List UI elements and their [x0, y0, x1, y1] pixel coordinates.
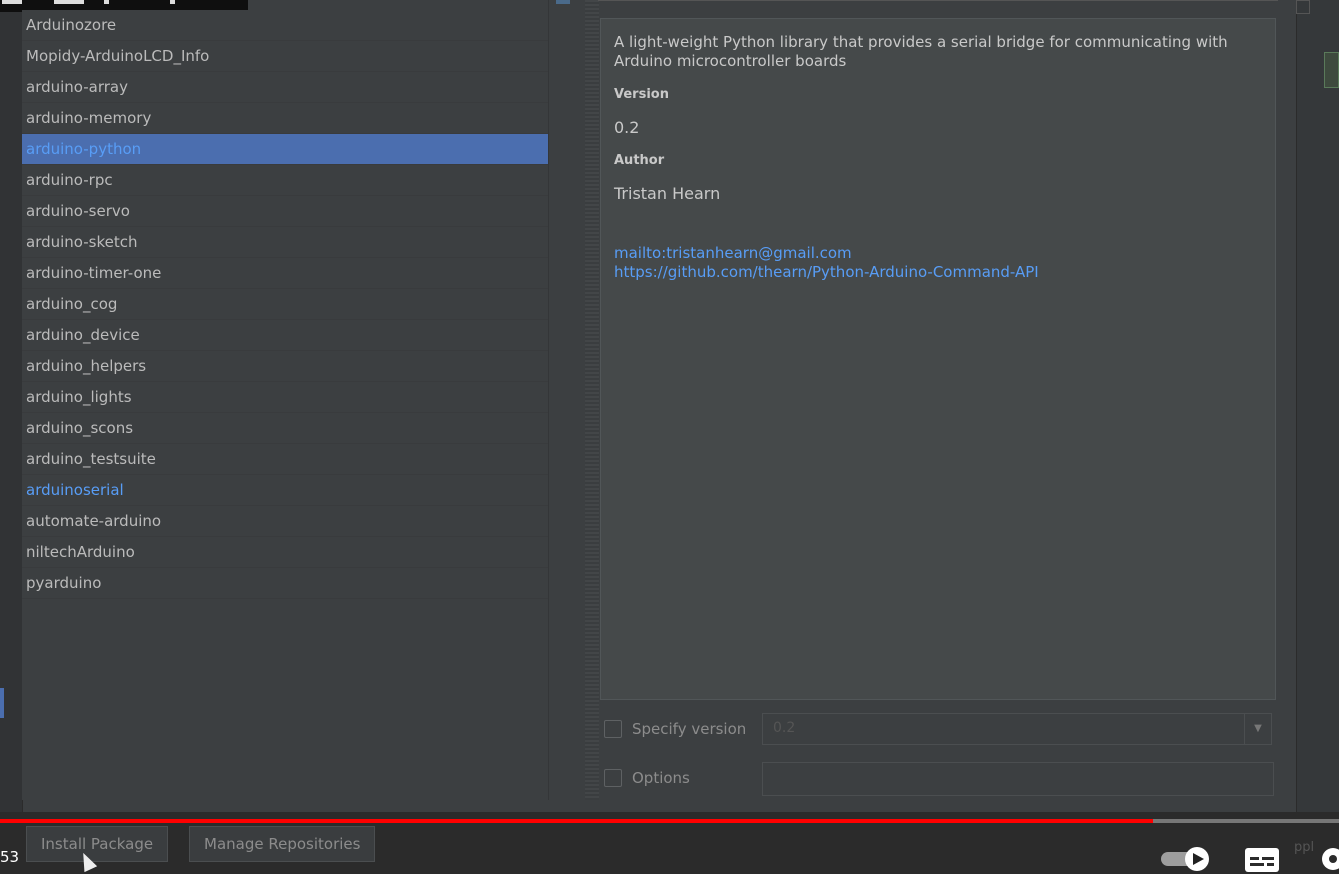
manage-repositories-button[interactable]: Manage Repositories: [189, 826, 376, 862]
author-value: Tristan Hearn: [614, 184, 721, 203]
package-list-item[interactable]: Arduinozore: [22, 10, 548, 41]
author-label: Author: [614, 153, 665, 168]
package-list-item[interactable]: arduino_helpers: [22, 351, 548, 382]
gutter-marker: [0, 688, 4, 718]
right-side-panel: [1296, 0, 1339, 812]
specify-version-checkbox[interactable]: [604, 720, 622, 738]
package-list-item[interactable]: pyarduino: [22, 568, 548, 599]
package-list-item[interactable]: arduino-servo: [22, 196, 548, 227]
video-time: 53: [0, 848, 20, 866]
description-text: A light-weight Python library that provi…: [614, 33, 1228, 70]
version-label: Version: [614, 87, 669, 102]
author-email-link[interactable]: mailto:tristanhearn@gmail.com: [614, 244, 852, 262]
package-list-item[interactable]: arduino_testsuite: [22, 444, 548, 475]
specify-version-label: Specify version: [632, 720, 747, 738]
package-list-item[interactable]: arduino_cog: [22, 289, 548, 320]
options-label: Options: [632, 769, 690, 787]
package-list-item[interactable]: automate-arduino: [22, 506, 548, 537]
apply-button-fragment[interactable]: ppl: [1294, 840, 1314, 855]
package-list-item[interactable]: arduino-sketch: [22, 227, 548, 258]
package-list-item[interactable]: arduino-python: [22, 134, 548, 165]
autoplay-toggle-icon[interactable]: [1161, 847, 1211, 871]
package-list-item[interactable]: niltechArduino: [22, 537, 548, 568]
package-list-item[interactable]: arduino_scons: [22, 413, 548, 444]
pane-splitter[interactable]: [585, 0, 599, 800]
description-panel: [600, 18, 1276, 700]
package-list-item[interactable]: arduino_device: [22, 320, 548, 351]
package-list-scrollbar[interactable]: [548, 0, 586, 800]
package-list[interactable]: Arduinozore Mopidy-ArduinoLCD_Info arduino…: [22, 10, 548, 800]
package-list-item[interactable]: arduino-rpc: [22, 165, 548, 196]
version-value: 0.2: [614, 118, 640, 137]
install-package-button[interactable]: Install Package: [26, 826, 169, 862]
version-select-value: 0.2: [773, 720, 796, 736]
package-list-item[interactable]: Mopidy-ArduinoLCD_Info: [22, 41, 548, 72]
version-select[interactable]: 0.2 ▼: [762, 713, 1272, 745]
scroll-knob[interactable]: [556, 0, 570, 4]
package-list-item[interactable]: arduino_lights: [22, 382, 548, 413]
package-list-item[interactable]: arduino-timer-one: [22, 258, 548, 289]
subtitles-icon[interactable]: [1245, 848, 1279, 872]
package-list-item[interactable]: arduino-array: [22, 72, 548, 103]
right-panel-box: [1296, 0, 1310, 14]
video-progress-fill: [0, 819, 1153, 823]
package-list-item[interactable]: arduino-memory: [22, 103, 548, 134]
right-panel-add-button[interactable]: [1324, 52, 1339, 88]
description-header: [598, 0, 1278, 9]
homepage-link[interactable]: https://github.com/thearn/Python-Arduino…: [614, 263, 1039, 281]
package-list-item[interactable]: arduinoserial: [22, 475, 548, 506]
options-input[interactable]: [762, 762, 1274, 796]
options-checkbox[interactable]: [604, 769, 622, 787]
chevron-down-icon[interactable]: ▼: [1244, 714, 1271, 744]
settings-gear-icon[interactable]: [1318, 844, 1339, 874]
